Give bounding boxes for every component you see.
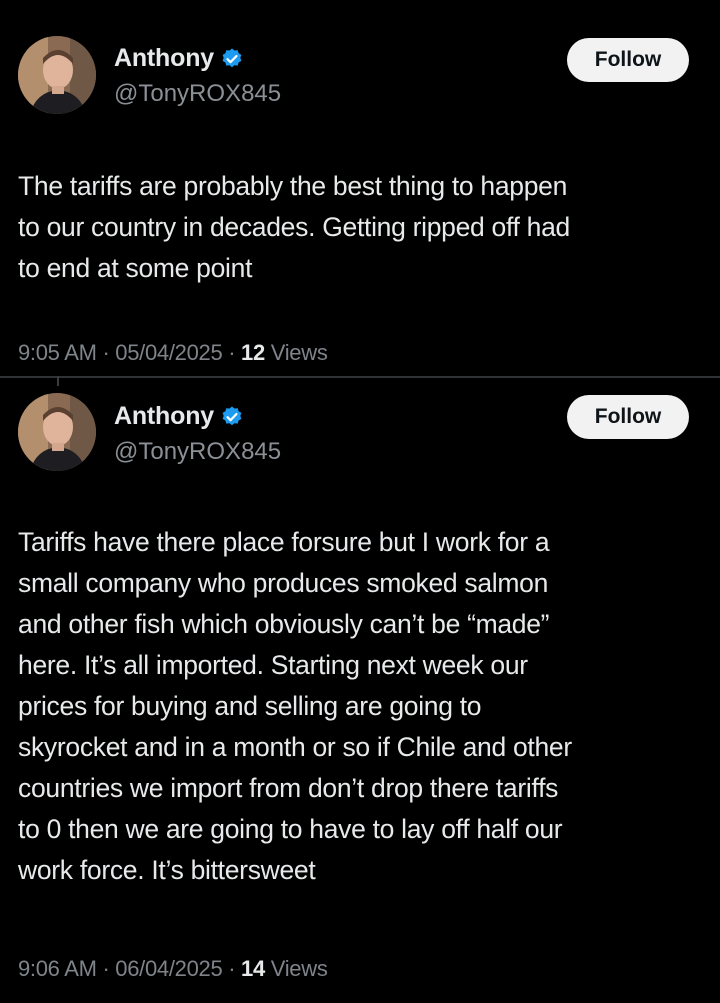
author-handle[interactable]: @TonyROX845 (114, 80, 281, 108)
post-text: The tariffs are probably the best thing … (18, 166, 708, 289)
author-display-name[interactable]: Anthony (114, 402, 214, 431)
post-text-line: The tariffs are probably the best thing … (18, 171, 568, 201)
avatar[interactable] (18, 36, 96, 114)
post-text-line: and other fish which obviously can’t be … (18, 609, 550, 639)
views-count: 12 (241, 340, 265, 365)
post-text-line: countries we import from don’t drop ther… (18, 773, 559, 803)
post-1: Anthony @TonyROX845 Follow The tariffs a… (0, 0, 720, 377)
post-text-line: to end at some point (18, 253, 253, 283)
follow-button[interactable]: Follow (567, 395, 689, 439)
post-text-line: to 0 then we are going to have to lay of… (18, 814, 563, 844)
post-text-line: Tariffs have there place forsure but I w… (18, 527, 550, 557)
post-time[interactable]: 9:06 AM (18, 956, 97, 981)
post-text-line: here. It’s all imported. Starting next w… (18, 650, 528, 680)
avatar-photo (18, 36, 96, 114)
post-2: Anthony @TonyROX845 Follow Tariffs have … (0, 378, 720, 1003)
post-text-line: small company who produces smoked salmon (18, 568, 549, 598)
post-metadata: 9:06 AM · 06/04/2025 · 14 Views (18, 956, 328, 982)
separator-dot: · (102, 340, 110, 365)
author-name-row: Anthony (114, 402, 244, 431)
verified-badge-icon (220, 47, 244, 71)
post-time[interactable]: 9:05 AM (18, 340, 97, 365)
post-text-line: prices for buying and selling are going … (18, 691, 482, 721)
follow-button[interactable]: Follow (567, 38, 689, 82)
post-text-line: to our country in decades. Getting rippe… (18, 212, 570, 242)
author-handle[interactable]: @TonyROX845 (114, 438, 281, 466)
views-label: Views (270, 956, 328, 981)
author-name-row: Anthony (114, 44, 244, 73)
verified-badge-icon (220, 405, 244, 429)
separator-dot: · (102, 956, 110, 981)
avatar-photo (18, 393, 96, 471)
post-date[interactable]: 05/04/2025 (115, 340, 222, 365)
views-count: 14 (241, 956, 265, 981)
post-text-line: skyrocket and in a month or so if Chile … (18, 732, 572, 762)
post-text: Tariffs have there place forsure but I w… (18, 522, 708, 891)
post-date[interactable]: 06/04/2025 (115, 956, 222, 981)
post-text-line: work force. It’s bittersweet (18, 855, 316, 885)
separator-dot: · (228, 956, 236, 981)
avatar[interactable] (18, 393, 96, 471)
post-metadata: 9:05 AM · 05/04/2025 · 12 Views (18, 340, 328, 366)
separator-dot: · (228, 340, 236, 365)
author-display-name[interactable]: Anthony (114, 44, 214, 73)
views-label: Views (270, 340, 328, 365)
